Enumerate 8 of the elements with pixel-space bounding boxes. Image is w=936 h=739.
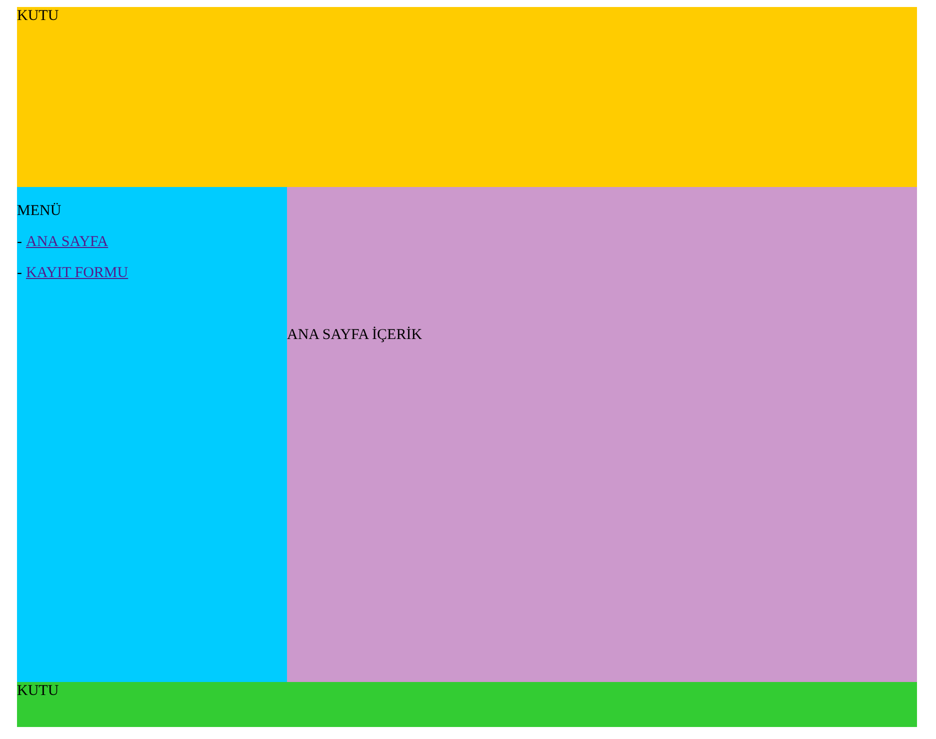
footer-text: KUTU: [17, 682, 59, 701]
menu-link[interactable]: ANA SAYFA: [26, 233, 108, 252]
bullet-text: -: [17, 264, 22, 283]
header-text: KUTU: [17, 7, 59, 26]
content-text: ANA SAYFA İÇERİK: [287, 326, 422, 345]
bullet-text: -: [17, 233, 22, 252]
menu-title: MENÜ: [17, 202, 62, 221]
menu-link[interactable]: KAYIT FORMU: [26, 264, 128, 283]
